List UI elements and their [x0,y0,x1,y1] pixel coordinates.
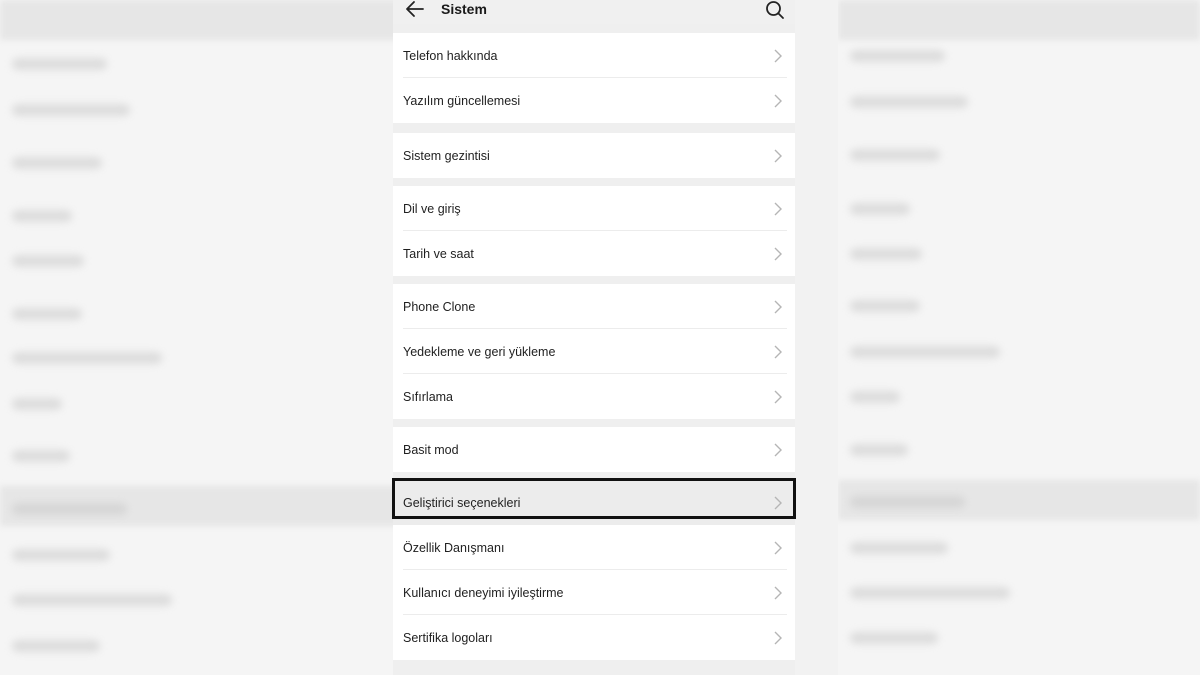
chevron-right-icon [774,586,782,599]
blurred-row [12,104,130,116]
settings-item-label: Basit mod [403,442,459,457]
blurred-row [850,50,945,62]
settings-item-label: Sertifika logoları [403,630,493,645]
blurred-row [850,248,922,260]
blurred-row [12,308,82,320]
chevron-right-icon [774,300,782,313]
blurred-row [12,157,102,169]
settings-item-label: Phone Clone [403,299,476,314]
chevron-right-icon [774,345,782,358]
settings-screen: Sistem Telefon hakkında Yazılım güncelle… [393,0,795,675]
settings-item-basit-mod[interactable]: Basit mod [393,427,795,472]
settings-item-telefon-hakkinda[interactable]: Telefon hakkında [393,33,795,78]
settings-item-dil-ve-giris[interactable]: Dil ve giriş [393,186,795,231]
settings-item-phone-clone[interactable]: Phone Clone [393,284,795,329]
blurred-row [850,149,940,161]
arrow-left-icon[interactable] [403,0,427,21]
blurred-right-panel [838,0,1200,675]
page-title: Sistem [441,1,487,17]
settings-item-gelistirici-secenekleri[interactable]: Geliştirici seçenekleri [393,480,795,525]
blurred-row [850,587,1010,599]
settings-item-sifirlama[interactable]: Sıfırlama [393,374,795,419]
blurred-row [12,398,62,410]
settings-item-sertifika-logolari[interactable]: Sertifika logoları [393,615,795,660]
chevron-right-icon [774,247,782,260]
settings-item-sistem-gezintisi[interactable]: Sistem gezintisi [393,133,795,178]
chevron-right-icon [774,49,782,62]
settings-item-label: Yedekleme ve geri yükleme [403,344,556,359]
blurred-row [850,346,1000,358]
blurred-row [12,594,172,606]
blurred-row [850,444,908,456]
app-header: Sistem [393,0,795,24]
search-icon[interactable] [763,0,787,22]
settings-group: Geliştirici seçenekleri Özellik Danışman… [393,480,795,660]
settings-group: Phone Clone Yedekleme ve geri yükleme Sı… [393,284,795,419]
settings-item-label: Tarih ve saat [403,246,474,261]
blurred-row [12,210,72,222]
settings-group: Telefon hakkında Yazılım güncellemesi [393,33,795,123]
settings-item-tarih-ve-saat[interactable]: Tarih ve saat [393,231,795,276]
settings-item-ozellik-danismani[interactable]: Özellik Danışmanı [393,525,795,570]
blurred-row [12,450,70,462]
settings-item-yazilim-guncellemesi[interactable]: Yazılım güncellemesi [393,78,795,123]
chevron-right-icon [774,390,782,403]
blurred-row [850,632,938,644]
settings-item-label: Dil ve giriş [403,201,461,216]
blurred-row [850,542,948,554]
chevron-right-icon [774,443,782,456]
settings-item-yedekleme[interactable]: Yedekleme ve geri yükleme [393,329,795,374]
settings-item-label: Geliştirici seçenekleri [403,495,521,510]
blurred-row [850,96,968,108]
blurred-header [0,0,400,40]
settings-item-label: Telefon hakkında [403,48,498,63]
settings-group: Basit mod [393,427,795,472]
chevron-right-icon [774,94,782,107]
blurred-row [12,640,100,652]
blurred-header [838,0,1200,40]
settings-group: Dil ve giriş Tarih ve saat [393,186,795,276]
blurred-row [850,496,965,508]
blurred-row [850,300,920,312]
blurred-row [12,352,162,364]
blurred-row [12,58,107,70]
blurred-row [850,391,900,403]
settings-group: Sistem gezintisi [393,133,795,178]
blurred-row [12,503,127,515]
settings-item-label: Sistem gezintisi [403,148,490,163]
chevron-right-icon [774,496,782,509]
chevron-right-icon [774,631,782,644]
chevron-right-icon [774,202,782,215]
chevron-right-icon [774,149,782,162]
settings-item-label: Sıfırlama [403,389,454,404]
blurred-left-panel [0,0,400,675]
blurred-row [12,549,110,561]
settings-item-label: Özellik Danışmanı [403,540,505,555]
settings-item-label: Yazılım güncellemesi [403,93,521,108]
chevron-right-icon [774,541,782,554]
blurred-row [850,203,910,215]
settings-item-kullanici-deneyimi[interactable]: Kullanıcı deneyimi iyileştirme [393,570,795,615]
blurred-row [12,255,84,267]
settings-item-label: Kullanıcı deneyimi iyileştirme [403,585,564,600]
